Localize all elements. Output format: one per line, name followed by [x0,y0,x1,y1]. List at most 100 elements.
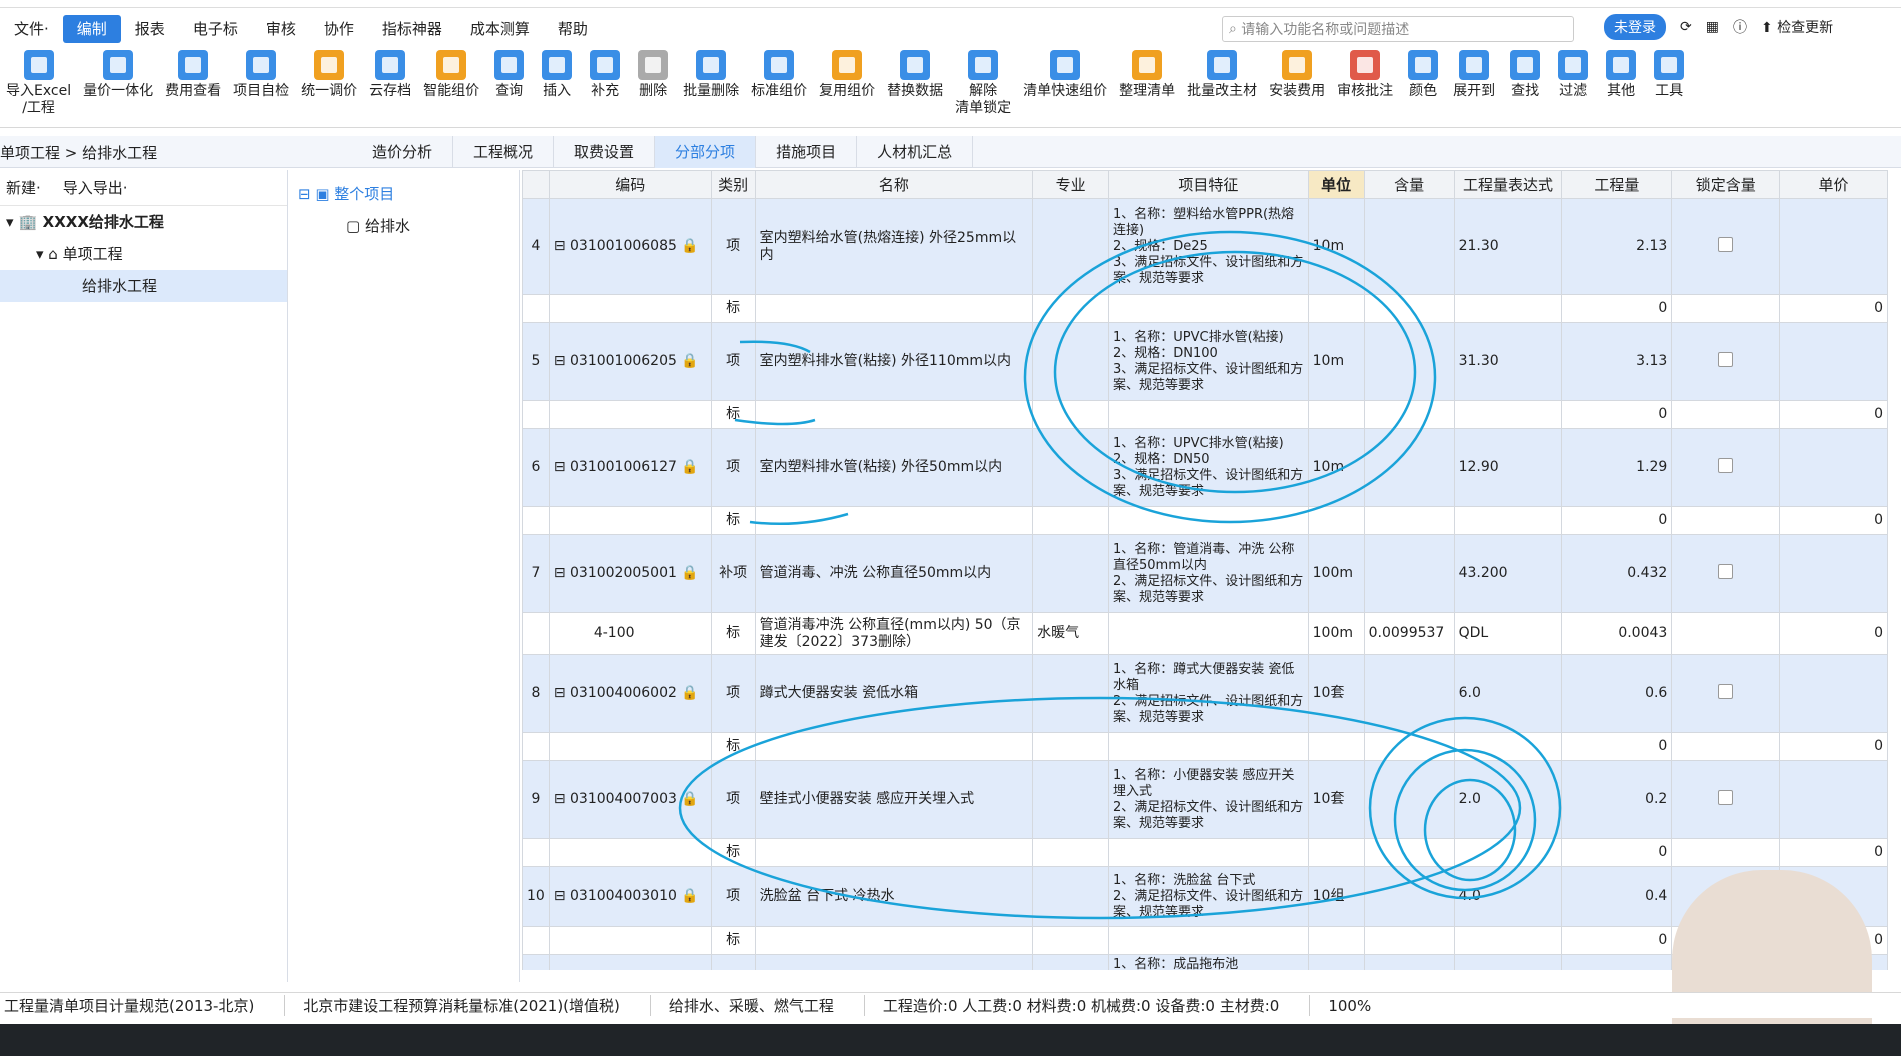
col-header-3[interactable]: 专业 [1032,170,1109,199]
col-header-2[interactable]: 名称 [754,170,1034,199]
ribbon-button-23[interactable]: 查找 [1501,48,1549,127]
expression-cell[interactable]: 21.30 [1453,198,1563,295]
name-cell[interactable]: 洗脸盆 台下式 冷热水 [754,866,1034,927]
tab-1[interactable]: 工程概况 [453,136,555,168]
table-row[interactable]: 6 ⊟ 031001006127 🔒 项室内塑料排水管(粘接) 外径50mm以内 1、… [522,428,1888,507]
expression-cell[interactable]: 4.0 [1453,866,1563,927]
collapse-icon[interactable]: ⊟ [554,685,566,701]
lock-content-cell[interactable] [1671,428,1781,507]
code-cell[interactable]: ⊟ 031004003010 🔒 [548,866,712,927]
code-cell[interactable]: ⊟ 031001006205 🔒 [548,322,712,401]
name-cell[interactable] [754,954,1034,970]
table-row[interactable]: 标 0 0 [522,732,1888,761]
lock-content-cell[interactable] [1671,654,1781,733]
code-cell[interactable]: ⊟ 031002005001 🔒 [548,534,712,613]
ribbon-button-20[interactable]: 审核批注 [1331,48,1399,127]
feature-cell[interactable]: 1、名称：小便器安装 感应开关埋入式 2、满足招标文件、设计图纸和方案、规范等要… [1108,760,1309,839]
zoom-level[interactable]: 100% [1324,997,1401,1015]
ribbon-button-4[interactable]: 统一调价 [295,48,363,127]
feature-cell[interactable] [1108,926,1309,955]
lock-checkbox[interactable] [1718,683,1734,699]
ribbon-button-8[interactable]: 插入 [533,48,581,127]
expression-cell[interactable]: QDL [1453,612,1563,655]
feature-cell[interactable]: 1、名称：洗脸盆 台下式 2、满足招标文件、设计图纸和方案、规范等要求 [1108,866,1309,927]
ribbon-button-13[interactable]: 复用组价 [813,48,881,127]
tab-5[interactable]: 人材机汇总 [857,136,974,168]
expression-cell[interactable] [1453,294,1563,323]
code-cell[interactable] [548,732,712,761]
login-button[interactable]: 未登录 [1604,14,1666,40]
expression-cell[interactable]: 6.0 [1453,654,1563,733]
col-header-4[interactable]: 项目特征 [1108,170,1309,199]
feature-cell[interactable] [1108,294,1309,323]
menu-item-1[interactable]: 编制 [62,15,121,43]
name-cell[interactable]: 壁挂式小便器安装 感应开关埋入式 [754,760,1034,839]
feature-cell[interactable]: 1、名称：UPVC排水管(粘接) 2、规格：DN100 3、满足招标文件、设计图… [1108,322,1309,401]
new-button[interactable]: 新建· [6,177,41,198]
ribbon-button-1[interactable]: 量价一体化 [77,48,159,127]
ribbon-button-12[interactable]: 标准组价 [745,48,813,127]
lock-content-cell[interactable] [1671,294,1781,323]
menu-item-4[interactable]: 审核 [252,15,310,43]
ribbon-button-7[interactable]: 查询 [485,48,533,127]
expression-cell[interactable]: 12.90 [1453,428,1563,507]
collapse-icon[interactable]: ⊟ [554,565,566,581]
table-row[interactable]: 8 ⊟ 031004006002 🔒 项蹲式大便器安装 瓷低水箱 1、名称：蹲式大便器… [522,654,1888,733]
lock-checkbox[interactable] [1718,236,1734,252]
table-row[interactable]: 4 ⊟ 031001006085 🔒 项室内塑料给水管(热熔连接) 外径25mm以内… [522,198,1888,295]
code-cell[interactable] [548,506,712,535]
ribbon-button-0[interactable]: 导入Excel/工程 [0,48,77,127]
menu-item-7[interactable]: 成本测算 [456,15,544,43]
info-icon[interactable]: ⓘ [1733,17,1747,37]
name-cell[interactable]: 管道消毒冲洗 公称直径(mm以内) 50（京建发〔2022〕373删除） [754,612,1034,655]
ribbon-button-22[interactable]: 展开到 [1447,48,1501,127]
code-cell[interactable] [548,294,712,323]
name-cell[interactable] [754,506,1034,535]
code-cell[interactable]: ⊟ 031001006085 🔒 [548,198,712,295]
refresh-icon[interactable]: ⟳ [1680,19,1692,35]
name-cell[interactable] [754,732,1034,761]
ribbon-button-3[interactable]: 项目自检 [227,48,295,127]
name-cell[interactable]: 室内塑料排水管(粘接) 外径50mm以内 [754,428,1034,507]
ribbon-button-19[interactable]: 安装费用 [1263,48,1331,127]
col-header-6[interactable]: 含量 [1363,170,1455,199]
collapse-icon[interactable]: ⊟ [554,459,566,475]
code-cell[interactable] [548,926,712,955]
name-cell[interactable] [754,294,1034,323]
tree-single[interactable]: ▾ ⌂ 单项工程 [0,238,287,270]
ribbon-button-16[interactable]: 清单快速组价 [1017,48,1113,127]
col-header-0[interactable]: 编码 [548,170,712,199]
code-cell[interactable] [548,400,712,429]
search-input[interactable]: ⌕ 请输入功能名称或问题描述 [1222,16,1574,42]
menu-item-6[interactable]: 指标神器 [368,15,456,43]
table-row[interactable]: 5 ⊟ 031001006205 🔒 项室内塑料排水管(粘接) 外径110mm以内 1… [522,322,1888,401]
expression-cell[interactable] [1453,838,1563,867]
tab-4[interactable]: 措施项目 [756,136,858,168]
collapse-icon[interactable]: ⊟ [554,353,566,369]
ribbon-button-25[interactable]: 其他 [1597,48,1645,127]
check-update-button[interactable]: ⬆ 检查更新 [1761,17,1833,37]
ribbon-button-18[interactable]: 批量改主材 [1181,48,1263,127]
name-cell[interactable] [754,926,1034,955]
menu-item-0[interactable]: 文件· [0,15,63,43]
ribbon-button-2[interactable]: 费用查看 [159,48,227,127]
lock-content-cell[interactable] [1671,732,1781,761]
lock-checkbox[interactable] [1718,563,1734,579]
import-export-button[interactable]: 导入导出· [63,177,128,198]
menu-item-3[interactable]: 电子标 [179,15,252,43]
table-row[interactable]: 标 0 0 [522,294,1888,323]
ribbon-button-9[interactable]: 补充 [581,48,629,127]
expression-cell[interactable] [1453,506,1563,535]
col-header-1[interactable]: 类别 [710,170,756,199]
code-cell[interactable]: ⊟ 031004006002 🔒 [548,654,712,733]
collapse-icon[interactable]: ⊟ [554,888,566,904]
code-cell[interactable] [548,838,712,867]
tree-project[interactable]: ▾ 🏢 XXXX给排水工程 [0,206,287,238]
feature-cell[interactable] [1108,612,1309,655]
tab-0[interactable]: 造价分析 [352,136,454,168]
name-cell[interactable] [754,838,1034,867]
ribbon-button-17[interactable]: 整理清单 [1113,48,1181,127]
feature-cell[interactable]: 1、名称：成品拖布池 [1108,954,1309,970]
tree-water[interactable]: ▢ 给排水 [290,210,519,242]
expression-cell[interactable]: 31.30 [1453,322,1563,401]
